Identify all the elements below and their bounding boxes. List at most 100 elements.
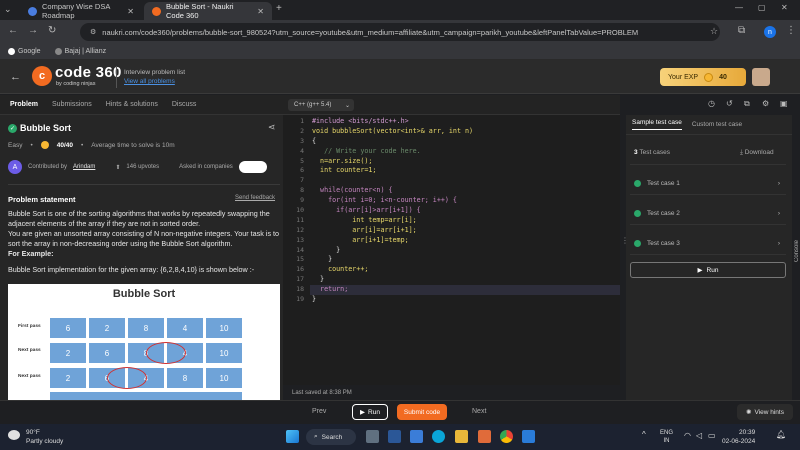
share-icon[interactable]: ⋖ [268, 122, 276, 133]
volume-icon[interactable]: ◁ [696, 431, 702, 440]
copy-icon[interactable]: ⧉ [744, 99, 750, 109]
address-bar[interactable]: ⚙ naukri.com/code360/problems/bubble-sor… [80, 23, 720, 41]
window-close-icon[interactable]: ✕ [781, 3, 788, 12]
user-avatar[interactable] [752, 68, 770, 86]
vscode-icon[interactable] [522, 430, 535, 443]
prev-button[interactable]: Prev [312, 408, 326, 415]
code-line: } [312, 245, 341, 254]
run-label: Run [368, 408, 380, 416]
code-line: int counter=1; [312, 166, 377, 175]
code-lines[interactable]: #include <bits/stdc++.h> void bubbleSort… [312, 117, 618, 305]
system-clock[interactable]: 20:39 02-06-2024 [722, 429, 755, 446]
fullscreen-icon[interactable]: ▣ [780, 99, 788, 108]
code-line: return; [312, 285, 349, 294]
asked-in-label: Asked in companies [179, 164, 233, 170]
tray-chevron-icon[interactable]: ^ [642, 430, 646, 439]
problem-meta: Easy • 40/40 • Average time to solve is … [8, 141, 175, 149]
tab-discuss[interactable]: Discuss [172, 101, 197, 108]
language-select[interactable]: C++ (g++ 5.4) ⌄ [288, 99, 354, 111]
tab-custom-test[interactable]: Custom test case [692, 121, 742, 128]
bookmark-bajaj[interactable]: Bajaj | Allianz [54, 48, 106, 55]
console-toggle[interactable]: Console [794, 240, 800, 262]
new-tab-icon[interactable]: + [276, 3, 282, 14]
line-number: 18 [296, 285, 304, 294]
back-arrow-icon[interactable]: ← [10, 71, 21, 83]
tab-problem[interactable]: Problem [10, 101, 38, 108]
app-icon[interactable] [478, 430, 491, 443]
line-numbers: 1 2 3 4 5 6 7 8 9 10 11 12 13 14 15 16 1… [283, 117, 307, 305]
bookmark-google[interactable]: Google [8, 48, 41, 55]
code-line: } [312, 255, 333, 264]
code-line: if(arr[i]>arr[i+1]) { [312, 206, 421, 215]
desc-paragraph-1: Bubble Sort is one of the sorting algori… [8, 209, 270, 228]
tab-submissions[interactable]: Submissions [52, 101, 92, 108]
notification-bell-icon[interactable]: 🔔︎ [776, 430, 786, 439]
tab-favicon [152, 6, 161, 16]
tab-menu-icon[interactable]: ⌄ [4, 4, 12, 15]
close-icon[interactable]: ✕ [127, 7, 134, 16]
exp-badge[interactable]: Your EXP 40 [660, 68, 746, 86]
tab-hints[interactable]: Hints & solutions [106, 101, 158, 108]
bookmark-star-icon[interactable]: ☆ [710, 26, 718, 37]
language-indicator[interactable]: ENG IN [660, 429, 673, 445]
swap-indicator [107, 367, 147, 389]
line-number: 7 [300, 176, 304, 185]
reset-icon[interactable]: ↺ [726, 99, 733, 108]
contributor-link[interactable]: Arindam [73, 164, 95, 170]
pass-status-icon [634, 210, 641, 217]
minimize-icon[interactable]: — [735, 3, 743, 12]
edge-icon[interactable] [432, 430, 445, 443]
battery-icon[interactable]: ▭ [708, 431, 716, 440]
task-view-icon[interactable] [366, 430, 379, 443]
settings-icon[interactable]: ⚙ [762, 99, 769, 108]
view-hints-button[interactable]: ✺ View hints [737, 404, 793, 420]
company-logos[interactable] [238, 161, 267, 173]
taskbar-search[interactable]: ⌕ Search [306, 429, 356, 445]
next-button[interactable]: Next [472, 408, 486, 415]
test-case-item[interactable]: Test case 1 › [630, 173, 786, 195]
bookmarks-bar: Google Bajaj | Allianz [0, 44, 800, 60]
maximize-icon[interactable]: ▢ [758, 3, 766, 12]
file-explorer-icon[interactable] [455, 430, 468, 443]
weather-widget[interactable]: 90°F Partly cloudy [26, 428, 63, 446]
extensions-icon[interactable]: ⧉ [738, 25, 745, 36]
test-case-item[interactable]: Test case 3 › [630, 233, 786, 255]
code-line: #include <bits/stdc++.h> [312, 117, 409, 125]
code-line: counter++; [312, 265, 369, 274]
tab-sample-test[interactable]: Sample test case [632, 119, 682, 130]
logo-icon[interactable]: c [32, 66, 52, 86]
browser-tab-bubble-sort[interactable]: Bubble Sort - Naukri Code 360 ✕ [144, 2, 272, 20]
browser-tab-roadmap[interactable]: Company Wise DSA Roadmap ✕ [20, 2, 142, 20]
app-icon[interactable] [410, 430, 423, 443]
forward-icon[interactable]: → [28, 25, 38, 36]
timer-icon[interactable]: ◷ [708, 99, 715, 108]
download-button[interactable]: ⤓ Download [740, 149, 774, 157]
chrome-icon[interactable] [500, 430, 513, 443]
run-button[interactable]: ▶ Run [352, 404, 388, 420]
windows-start-icon[interactable] [286, 430, 299, 443]
code-line: while(counter<n) { [312, 186, 393, 195]
globe-icon [54, 48, 62, 55]
reload-icon[interactable]: ↻ [48, 25, 56, 36]
bubble-sort-illustration: Bubble Sort First pass Next pass Next pa… [8, 284, 280, 400]
wifi-icon[interactable]: ◠ [684, 431, 691, 440]
lightbulb-icon: ✺ [746, 409, 752, 416]
upvote-icon[interactable]: ⬆ [115, 164, 120, 171]
close-icon[interactable]: ✕ [257, 7, 264, 16]
run-test-button[interactable]: ▶ Run [630, 262, 786, 278]
site-info-icon[interactable]: ⚙ [90, 28, 96, 36]
code-line: { [312, 136, 317, 145]
test-case-item[interactable]: Test case 2 › [630, 203, 786, 225]
send-feedback-link[interactable]: Send feedback [235, 195, 275, 201]
app-l-icon[interactable] [388, 430, 401, 443]
pass-label: First pass [18, 324, 41, 329]
profile-avatar[interactable]: n [764, 26, 776, 38]
test-case-label: Test case 2 [647, 210, 680, 217]
submit-code-button[interactable]: Submit code [397, 404, 447, 420]
profile-initial: n [768, 28, 772, 36]
browser-menu-icon[interactable]: ⋮ [786, 25, 796, 36]
logo-text[interactable]: code 360 [55, 64, 122, 81]
back-icon[interactable]: ← [8, 25, 18, 36]
view-all-problems-link[interactable]: View all problems [124, 78, 175, 85]
weather-cloud-icon[interactable] [8, 430, 20, 440]
